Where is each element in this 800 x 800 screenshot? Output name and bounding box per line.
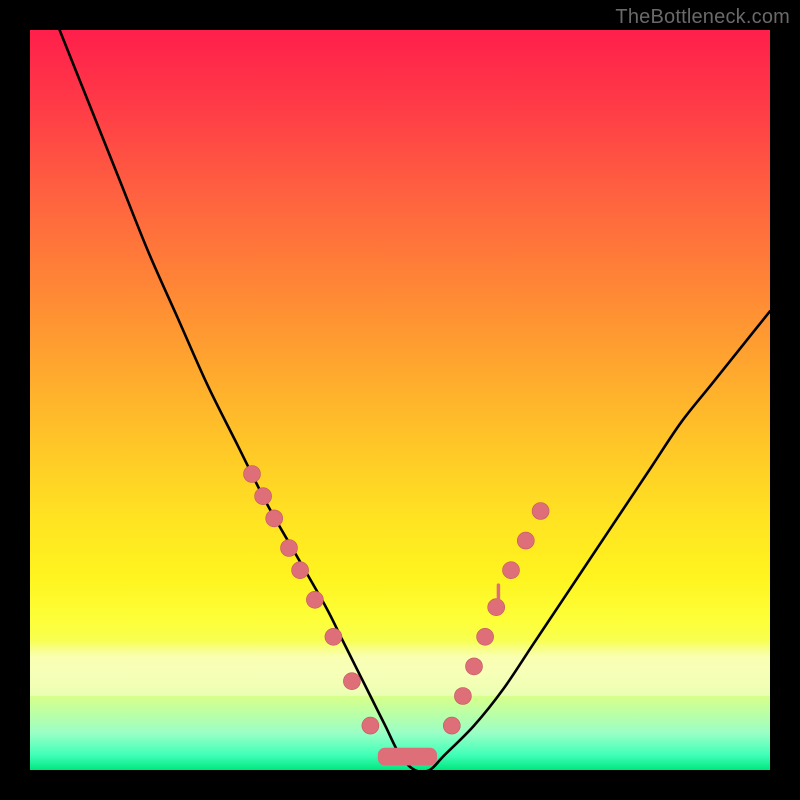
marker-dot [477,628,494,645]
marker-dot [362,717,379,734]
marker-dot [244,466,261,483]
marker-dot [443,717,460,734]
marker-dot [466,658,483,675]
marker-dot [517,532,534,549]
marker-dot [281,540,298,557]
marker-dot [266,510,283,527]
chart-stage: TheBottleneck.com [0,0,800,800]
marker-dot [488,599,505,616]
plateau-bar [378,748,437,766]
marker-dot [255,488,272,505]
watermark-text: TheBottleneck.com [615,6,790,29]
marker-dot [343,673,360,690]
marker-dot [292,562,309,579]
marker-dot [503,562,520,579]
bottleneck-curve [60,30,770,770]
markers-left-group [244,466,379,735]
chart-frame [30,30,770,770]
marker-dot [306,591,323,608]
marker-dot [325,628,342,645]
chart-svg [30,30,770,770]
marker-dot [454,688,471,705]
marker-dot [532,503,549,520]
